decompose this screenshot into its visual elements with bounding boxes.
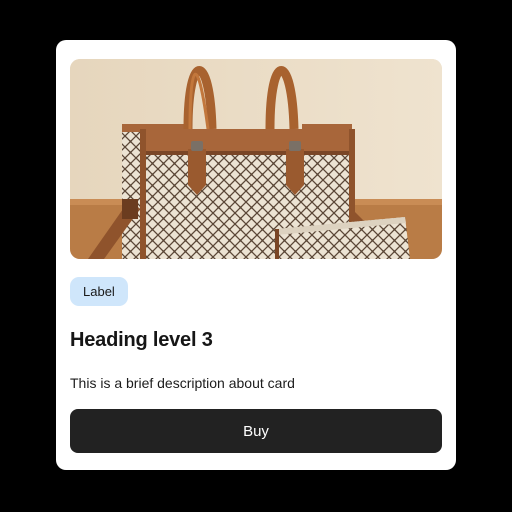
card-heading: Heading level 3 [70, 329, 213, 351]
product-image [70, 59, 442, 259]
handbag-illustration [70, 59, 442, 259]
product-card: Label Heading level 3 This is a brief de… [56, 40, 456, 470]
card-description: This is a brief description about card [70, 375, 295, 391]
buy-button[interactable]: Buy [70, 409, 442, 453]
card-label-badge: Label [70, 277, 128, 306]
